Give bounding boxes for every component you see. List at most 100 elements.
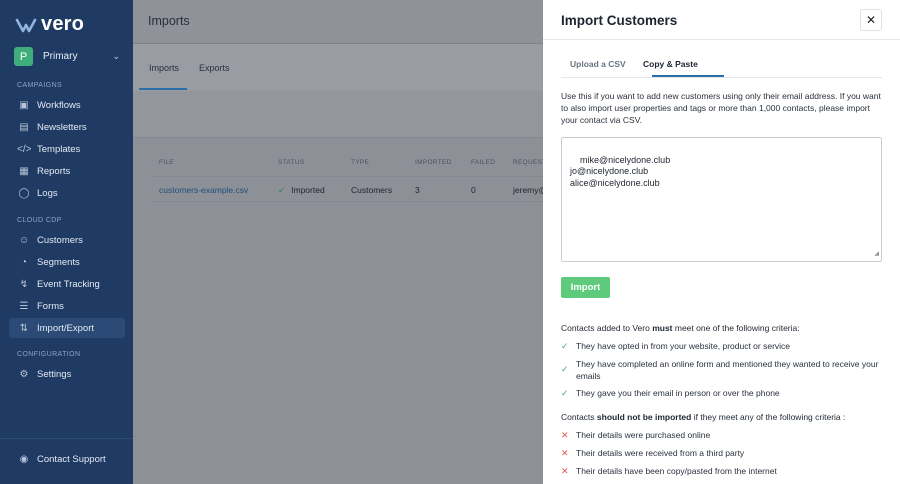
check-icon: ✓ <box>561 388 569 398</box>
cross-icon: ✕ <box>561 466 569 476</box>
code-icon: </> <box>17 143 32 155</box>
list-item: ✕ Their details were purchased online <box>561 430 883 442</box>
sidebar-item-label: Newsletters <box>37 121 87 133</box>
section-configuration: CONFIGURATION <box>17 351 81 358</box>
user-icon: ☺ <box>18 234 30 246</box>
import-button[interactable]: Import <box>561 277 610 298</box>
list-item: ✓ They have opted in from your website, … <box>561 341 883 353</box>
list-item: ✓ They have completed an online form and… <box>561 359 883 382</box>
workflow-icon: ▣ <box>19 99 29 111</box>
chart-icon: ▦ <box>19 165 29 177</box>
sidebar-item-label: Settings <box>37 368 72 380</box>
tab-upload-csv[interactable]: Upload a CSV <box>570 59 626 69</box>
criteria-text: Their details were purchased online <box>576 430 711 440</box>
sidebar-item-workflows[interactable]: ▣ Workflows <box>9 95 125 115</box>
brand-name: vero <box>41 13 85 35</box>
sidebar-item-forms[interactable]: ☰ Forms <box>9 296 125 316</box>
criteria-text: Their details were received from a third… <box>576 448 745 458</box>
workspace-name: Primary <box>43 51 78 62</box>
tab-imports[interactable]: Imports <box>149 63 179 73</box>
emails-textarea[interactable]: mike@nicelydone.club jo@nicelydone.club … <box>561 137 882 262</box>
newsletter-icon: ▤ <box>19 121 29 133</box>
table-row[interactable]: customers-example.csv ✓ Imported Customer… <box>151 176 547 202</box>
sidebar-item-settings[interactable]: ⚙ Settings <box>9 364 125 384</box>
column-type: TYPE <box>351 159 370 166</box>
heading-text: if they meet any of the following criter… <box>691 412 846 422</box>
instructions-text: Use this if you want to add new customer… <box>561 91 881 125</box>
sidebar-item-segments[interactable]: ◔ Segments <box>9 252 125 272</box>
section-cloud-cdp: CLOUD CDP <box>17 217 62 224</box>
list-item: ✓ They gave you their email in person or… <box>561 388 883 400</box>
close-icon: ✕ <box>865 13 877 27</box>
sidebar-item-label: Event Tracking <box>37 278 100 290</box>
support-label: Contact Support <box>37 453 106 465</box>
main-tabs: Imports Exports <box>133 44 543 91</box>
heading-text: Contacts added to Vero <box>561 323 653 333</box>
type-cell: Customers <box>351 185 393 195</box>
pie-icon: ◔ <box>20 256 28 268</box>
toolbar-band <box>133 91 543 138</box>
import-customers-panel: Import Customers ✕ Upload a CSV Copy & P… <box>543 0 900 484</box>
sidebar-item-event-tracking[interactable]: ↯ Event Tracking <box>9 274 125 294</box>
sidebar-item-reports[interactable]: ▦ Reports <box>9 161 125 181</box>
resize-handle-icon[interactable]: ◢ <box>874 249 879 261</box>
list-item: ✕ Their details were received from a thi… <box>561 448 883 460</box>
tab-exports[interactable]: Exports <box>199 63 230 73</box>
active-tab-indicator <box>652 75 724 77</box>
cross-icon: ✕ <box>561 448 569 458</box>
sidebar-item-logs[interactable]: ◯ Logs <box>9 183 125 203</box>
sidebar-item-label: Customers <box>37 234 83 246</box>
sidebar-item-label: Logs <box>37 187 58 199</box>
sidebar-item-customers[interactable]: ☺ Customers <box>9 230 125 250</box>
heading-text: meet one of the following criteria: <box>672 323 800 333</box>
bolt-icon: ↯ <box>19 278 29 290</box>
sidebar-item-label: Templates <box>37 143 81 155</box>
lifebuoy-icon: ◉ <box>19 453 29 465</box>
section-campaigns: CAMPAIGNS <box>17 82 63 89</box>
active-tab-indicator <box>139 88 187 90</box>
main-content: Imports Imports Exports FILE STATUS TYPE… <box>133 0 547 484</box>
vero-logo[interactable]: vero <box>15 13 84 36</box>
main-header: Imports <box>133 0 543 44</box>
textarea-value: mike@nicelydone.club jo@nicelydone.club … <box>570 154 671 188</box>
heading-text: Contacts <box>561 412 597 422</box>
form-icon: ☰ <box>19 300 29 312</box>
list-item: ✕ Their details have been copy/pasted fr… <box>561 466 883 478</box>
tab-copy-paste[interactable]: Copy & Paste <box>643 59 698 69</box>
column-status: STATUS <box>278 159 305 166</box>
close-button[interactable]: ✕ <box>860 9 882 31</box>
gear-icon: ⚙ <box>19 368 29 380</box>
cross-icon: ✕ <box>561 430 569 440</box>
panel-title: Import Customers <box>561 13 678 28</box>
divider <box>543 39 900 40</box>
workspace-switcher[interactable]: P Primary ⌄ <box>14 47 120 66</box>
must-not-criteria-heading: Contacts should not be imported if they … <box>561 412 845 422</box>
column-requested: REQUEST <box>513 159 547 166</box>
status-badge: ✓ Imported <box>278 185 325 196</box>
sidebar-footer: ◉ Contact Support <box>0 438 133 484</box>
sidebar-item-label: Forms <box>37 300 64 312</box>
sidebar-item-newsletters[interactable]: ▤ Newsletters <box>9 117 125 137</box>
file-link[interactable]: customers-example.csv <box>159 185 248 195</box>
column-failed: FAILED <box>471 159 496 166</box>
criteria-text: They gave you their email in person or o… <box>576 388 780 398</box>
sidebar-item-templates[interactable]: </> Templates <box>9 139 125 159</box>
sidebar-item-label: Reports <box>37 165 71 177</box>
status-text: Imported <box>291 185 325 195</box>
chevron-down-icon: ⌄ <box>112 51 120 61</box>
failed-cell: 0 <box>471 185 476 195</box>
page-title: Imports <box>148 14 190 28</box>
check-icon: ✓ <box>561 364 569 374</box>
workspace-avatar: P <box>14 47 33 66</box>
sidebar-item-label: Import/Export <box>37 322 95 334</box>
heading-emphasis: must <box>652 323 673 333</box>
column-imported: IMPORTED <box>415 159 452 166</box>
column-file: FILE <box>159 159 174 166</box>
vero-logo-icon <box>15 18 37 32</box>
contact-support-button[interactable]: ◉ Contact Support <box>9 449 106 469</box>
check-icon: ✓ <box>561 341 569 351</box>
import-export-icon: ⇅ <box>19 322 29 334</box>
panel-tabs: Upload a CSV Copy & Paste <box>561 50 882 78</box>
sidebar-item-import-export[interactable]: ⇅ Import/Export <box>9 318 125 338</box>
must-criteria-heading: Contacts added to Vero must meet one of … <box>561 323 800 333</box>
